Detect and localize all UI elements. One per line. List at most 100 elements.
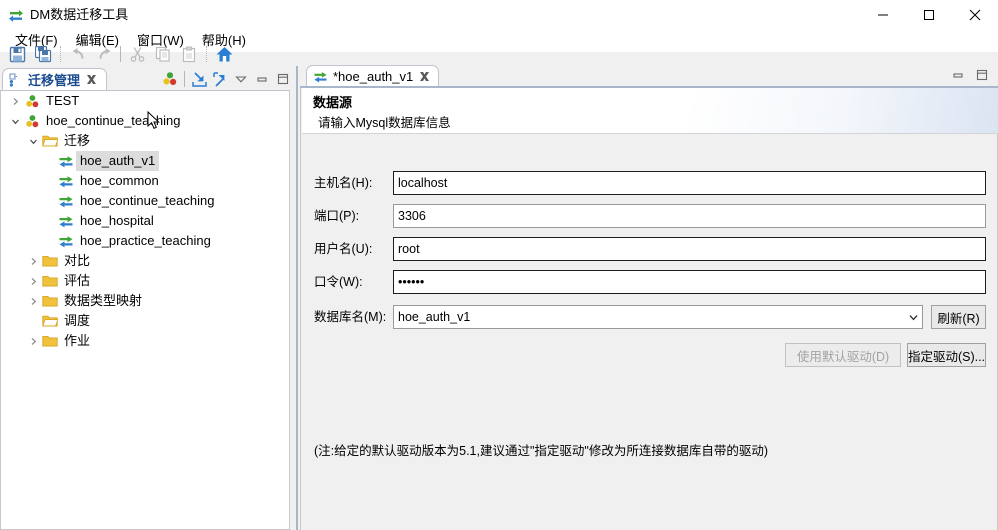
password-field[interactable] xyxy=(393,270,986,294)
host-label: 主机名(H): xyxy=(314,176,373,190)
chevron-right-icon[interactable] xyxy=(25,251,41,271)
migration-manager-icon xyxy=(9,73,23,87)
toolbar-separator-2 xyxy=(206,46,207,62)
cut-icon[interactable] xyxy=(124,42,150,66)
chevron-right-icon[interactable] xyxy=(7,91,23,111)
migration-icon xyxy=(313,69,328,83)
application-window: DM数据迁移工具 文件(F) 编辑(E) 窗口(W) 帮助(H) 迁移管理 TE… xyxy=(0,0,998,530)
close-button[interactable] xyxy=(952,0,998,30)
view-menu-icon[interactable] xyxy=(231,69,251,89)
connections-icon[interactable] xyxy=(160,69,180,89)
tree-item-hoe-continue-teaching-conn[interactable]: hoe_continue_teaching xyxy=(1,111,289,131)
toolbar-separator xyxy=(60,46,61,62)
user-label: 用户名(U): xyxy=(314,242,373,256)
form-row-database: 数据库名(M): hoe_auth_v1 刷新(R) xyxy=(301,305,997,329)
database-combo-value: hoe_auth_v1 xyxy=(398,310,471,324)
view-maximize-icon[interactable] xyxy=(273,69,293,89)
migration-icon xyxy=(57,191,75,211)
migrate-icon xyxy=(8,7,24,23)
editor-tab-bar: *hoe_auth_v1 xyxy=(300,62,998,88)
host-field[interactable] xyxy=(393,171,986,195)
specify-driver-button[interactable]: 指定驱动(S)... xyxy=(907,343,986,367)
view-tab-label: 迁移管理 xyxy=(28,73,81,88)
view-tab-migration-manager[interactable]: 迁移管理 xyxy=(2,68,108,90)
port-field[interactable] xyxy=(393,204,986,228)
view-minimize-icon[interactable] xyxy=(252,69,272,89)
folder-icon xyxy=(41,291,59,311)
chevron-right-icon[interactable] xyxy=(25,271,41,291)
tree-item-label: TEST xyxy=(46,93,80,108)
migration-tree[interactable]: TEST hoe_continue_teaching 迁移 hoe_auth_v… xyxy=(0,90,290,530)
view-toolbar-divider xyxy=(184,71,185,87)
save-all-icon[interactable] xyxy=(30,42,56,66)
tree-item-hoe-auth-v1[interactable]: hoe_auth_v1 xyxy=(1,151,289,171)
chevron-down-icon[interactable] xyxy=(905,306,922,328)
editor-maximize-icon[interactable] xyxy=(972,65,992,85)
use-default-driver-button[interactable]: 使用默认驱动(D) xyxy=(785,343,901,367)
title-bar: DM数据迁移工具 xyxy=(0,0,998,30)
password-label: 口令(W): xyxy=(314,275,363,289)
chevron-right-icon[interactable] xyxy=(25,291,41,311)
tree-item-label: 作业 xyxy=(64,333,91,348)
close-view-icon[interactable] xyxy=(85,73,98,86)
window-controls xyxy=(860,0,998,30)
chevron-right-icon[interactable] xyxy=(25,331,41,351)
migration-icon xyxy=(57,211,75,231)
database-combo[interactable]: hoe_auth_v1 xyxy=(393,305,923,329)
driver-note: (注:给定的默认驱动版本为5.1,建议通过"指定驱动"修改为所连接数据库自带的驱… xyxy=(314,444,769,458)
tree-item-test[interactable]: TEST xyxy=(1,91,289,111)
view-toolbar xyxy=(160,68,293,90)
folder-icon xyxy=(41,331,59,351)
datasource-form: 数据源 请输入Mysql数据库信息 主机名(H): 端口(P): 用户名(U):… xyxy=(300,88,998,530)
form-row-password: 口令(W): xyxy=(301,270,997,294)
minimize-button[interactable] xyxy=(860,0,906,30)
home-icon[interactable] xyxy=(211,42,237,66)
tree-item-label: 评估 xyxy=(64,273,91,288)
chevron-down-icon[interactable] xyxy=(25,131,41,151)
sash-accent-line xyxy=(296,66,298,530)
redo-icon[interactable] xyxy=(91,42,117,66)
editor-area: *hoe_auth_v1 数据源 请输入Mysql数据库信息 主机名(H): l… xyxy=(300,62,998,530)
save-icon[interactable] xyxy=(4,42,30,66)
refresh-button[interactable]: 刷新(R) xyxy=(931,305,986,329)
form-title: 数据源 xyxy=(313,95,353,110)
tree-item-hoe-practice-teaching[interactable]: hoe_practice_teaching xyxy=(1,231,289,251)
editor-tab-hoe-auth-v1[interactable]: *hoe_auth_v1 xyxy=(306,65,440,86)
close-tab-icon[interactable] xyxy=(418,70,431,83)
view-tab-bar: 迁移管理 xyxy=(0,66,295,90)
tree-item-label: hoe_auth_v1 xyxy=(80,153,156,168)
tree-item-compare[interactable]: 对比 xyxy=(1,251,289,271)
tree-item-jobs[interactable]: 作业 xyxy=(1,331,289,351)
migration-icon xyxy=(57,231,75,251)
tree-item-schedule[interactable]: 调度 xyxy=(1,311,289,331)
paste-icon[interactable] xyxy=(176,42,202,66)
editor-minimize-icon[interactable] xyxy=(948,65,968,85)
tree-item-label: 数据类型映射 xyxy=(64,293,143,308)
copy-icon[interactable] xyxy=(150,42,176,66)
tree-item-label: hoe_common xyxy=(80,173,159,188)
export-icon[interactable] xyxy=(210,69,230,89)
undo-icon[interactable] xyxy=(65,42,91,66)
import-icon[interactable] xyxy=(189,69,209,89)
tree-item-hoe-hospital[interactable]: hoe_hospital xyxy=(1,211,289,231)
folder-open-icon xyxy=(41,311,59,331)
tree-item-hoe-continue-teaching[interactable]: hoe_continue_teaching xyxy=(1,191,289,211)
tree-item-datatype-mapping[interactable]: 数据类型映射 xyxy=(1,291,289,311)
port-label: 端口(P): xyxy=(314,209,360,223)
folder-open-icon xyxy=(41,131,59,151)
maximize-button[interactable] xyxy=(906,0,952,30)
tree-item-label: hoe_continue_teaching xyxy=(46,113,181,128)
tree-item-hoe-common[interactable]: hoe_common xyxy=(1,171,289,191)
tree-item-migration-folder[interactable]: 迁移 xyxy=(1,131,289,151)
chevron-down-icon[interactable] xyxy=(7,111,23,131)
window-title: DM数据迁移工具 xyxy=(30,7,129,22)
user-field[interactable] xyxy=(393,237,986,261)
connection-icon xyxy=(23,111,41,131)
tree-item-label: hoe_hospital xyxy=(80,213,154,228)
tree-item-label: 对比 xyxy=(64,253,91,268)
tree-item-assess[interactable]: 评估 xyxy=(1,271,289,291)
migration-manager-view: 迁移管理 TEST hoe_continue_teaching 迁移 hoe_a… xyxy=(0,66,295,530)
folder-icon xyxy=(41,271,59,291)
form-subtitle: 请输入Mysql数据库信息 xyxy=(318,116,451,130)
connection-icon xyxy=(23,91,41,111)
